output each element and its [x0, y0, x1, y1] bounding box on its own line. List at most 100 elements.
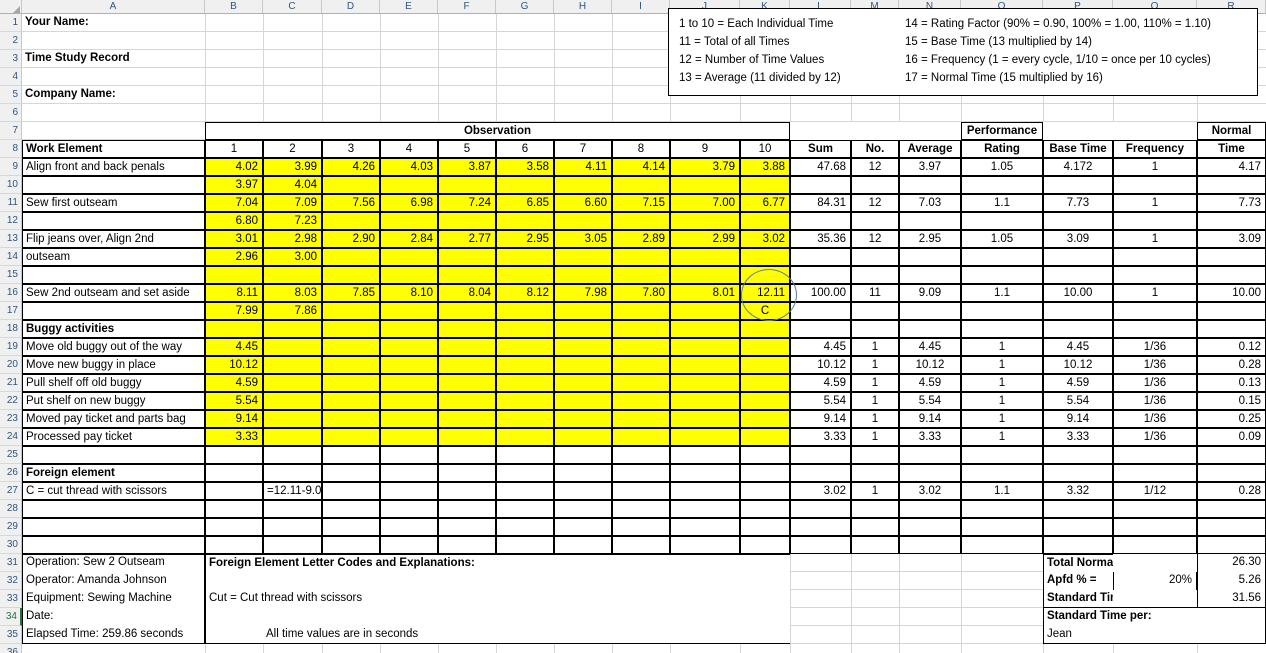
blank-cell[interactable] [205, 464, 263, 482]
blank-cell[interactable] [322, 374, 380, 392]
observation-value[interactable] [322, 248, 380, 266]
blank-cell[interactable] [740, 392, 790, 410]
buggy-section-label[interactable]: Buggy activities [22, 320, 205, 338]
summary-rating[interactable]: 1 [961, 374, 1043, 392]
observation-value[interactable]: 2.95 [496, 230, 554, 248]
observation-value[interactable]: 4.03 [380, 158, 438, 176]
work-element-name-blank[interactable] [22, 302, 205, 320]
blank-cell[interactable] [263, 428, 322, 446]
blank-cell[interactable] [496, 518, 554, 536]
observation-value[interactable]: 7.04 [205, 194, 263, 212]
observation-value[interactable]: 7.80 [612, 284, 670, 302]
blank-cell[interactable] [554, 338, 612, 356]
observation-value[interactable] [612, 176, 670, 194]
blank-cell[interactable] [496, 356, 554, 374]
blank-cell[interactable] [1113, 590, 1197, 608]
foreign-element-formula[interactable]: =12.11-9.09 [263, 482, 322, 500]
row-header-20[interactable]: 20 [0, 356, 22, 374]
blank-cell[interactable] [740, 338, 790, 356]
blank-cell[interactable] [612, 464, 670, 482]
summary-average[interactable]: 10.12 [899, 356, 961, 374]
summary-blank[interactable] [961, 302, 1043, 320]
blank-cell[interactable] [380, 392, 438, 410]
blank-cell[interactable] [322, 338, 380, 356]
blank-cell[interactable] [851, 464, 899, 482]
observation-value[interactable]: 8.10 [380, 284, 438, 302]
summary-average[interactable]: 5.54 [899, 392, 961, 410]
summary-blank[interactable] [1197, 302, 1266, 320]
summary-sum[interactable]: 3.33 [790, 428, 851, 446]
blank-cell[interactable] [263, 356, 322, 374]
row-header-21[interactable]: 21 [0, 374, 22, 392]
total-normal-time-value[interactable]: 26.30 [1197, 554, 1266, 572]
summary-rating[interactable]: 1 [961, 428, 1043, 446]
observation-value[interactable] [612, 248, 670, 266]
summary-rating[interactable]: 1.1 [961, 194, 1043, 212]
blank-cell[interactable] [22, 266, 205, 284]
blank-cell[interactable] [612, 266, 670, 284]
row-header-25[interactable]: 25 [0, 446, 22, 464]
observation-value[interactable]: 6.80 [205, 212, 263, 230]
summary-blank[interactable] [899, 212, 961, 230]
footer-date[interactable]: Date: [22, 608, 205, 626]
summary-sum[interactable]: 4.59 [790, 374, 851, 392]
blank-cell[interactable] [790, 518, 851, 536]
blank-cell[interactable] [22, 446, 205, 464]
summary-blank[interactable] [1113, 302, 1197, 320]
summary-no[interactable]: 12 [851, 230, 899, 248]
blank-cell[interactable] [496, 500, 554, 518]
apfd-percent-value[interactable]: 20% [1113, 572, 1197, 590]
observation-value[interactable] [670, 212, 740, 230]
column-header-f[interactable]: F [438, 0, 496, 13]
blank-cell[interactable] [1197, 320, 1266, 338]
buggy-activity-value[interactable]: 10.12 [205, 356, 263, 374]
spreadsheet-canvas[interactable]: A B C D E F G H I J K L M N O P Q R 1 2 3 4 5 6 7 8 9 10 11 12 13 14 15 1… [0, 0, 1266, 653]
blank-cell[interactable] [612, 410, 670, 428]
summary-blank[interactable] [899, 302, 961, 320]
row-header-7[interactable]: 7 [0, 122, 22, 140]
observation-value[interactable]: 6.60 [554, 194, 612, 212]
blank-cell[interactable] [899, 464, 961, 482]
blank-cell[interactable] [554, 392, 612, 410]
row-header-28[interactable]: 28 [0, 500, 22, 518]
observation-value[interactable] [322, 176, 380, 194]
summary-rating[interactable]: 1.1 [961, 284, 1043, 302]
buggy-activity-name[interactable]: Move old buggy out of the way [22, 338, 205, 356]
summary-rating[interactable]: 1 [961, 338, 1043, 356]
observation-value[interactable] [496, 302, 554, 320]
summary-frequency[interactable]: 1/36 [1113, 428, 1197, 446]
blank-cell[interactable] [263, 374, 322, 392]
summary-base-time[interactable]: 3.09 [1043, 230, 1113, 248]
row-header-4[interactable]: 4 [0, 68, 22, 86]
blank-cell[interactable] [670, 500, 740, 518]
observation-value[interactable]: 4.26 [322, 158, 380, 176]
blank-cell[interactable] [740, 320, 790, 338]
row-header-27[interactable]: 27 [0, 482, 22, 500]
blank-cell[interactable] [380, 536, 438, 554]
observation-value[interactable]: 7.85 [322, 284, 380, 302]
blank-cell[interactable] [612, 518, 670, 536]
blank-cell[interactable] [438, 356, 496, 374]
blank-cell[interactable] [205, 608, 790, 626]
buggy-activity-name[interactable]: Processed pay ticket [22, 428, 205, 446]
summary-blank[interactable] [790, 212, 851, 230]
summary-blank[interactable] [1197, 212, 1266, 230]
blank-cell[interactable] [380, 320, 438, 338]
blank-cell[interactable] [380, 482, 438, 500]
blank-cell[interactable] [1197, 536, 1266, 554]
blank-cell[interactable] [961, 500, 1043, 518]
observation-value[interactable] [438, 248, 496, 266]
summary-no[interactable]: 1 [851, 374, 899, 392]
summary-normal-time[interactable]: 0.09 [1197, 428, 1266, 446]
summary-frequency[interactable]: 1 [1113, 284, 1197, 302]
observation-value[interactable]: 4.02 [205, 158, 263, 176]
observation-value[interactable]: 7.24 [438, 194, 496, 212]
blank-cell[interactable] [740, 482, 790, 500]
observation-value[interactable]: 8.11 [205, 284, 263, 302]
summary-blank[interactable] [1197, 176, 1266, 194]
blank-cell[interactable] [554, 410, 612, 428]
buggy-activity-value[interactable]: 9.14 [205, 410, 263, 428]
blank-cell[interactable] [740, 266, 790, 284]
blank-cell[interactable] [554, 464, 612, 482]
footer-elapsed[interactable]: Elapsed Time: 259.86 seconds [22, 626, 205, 644]
